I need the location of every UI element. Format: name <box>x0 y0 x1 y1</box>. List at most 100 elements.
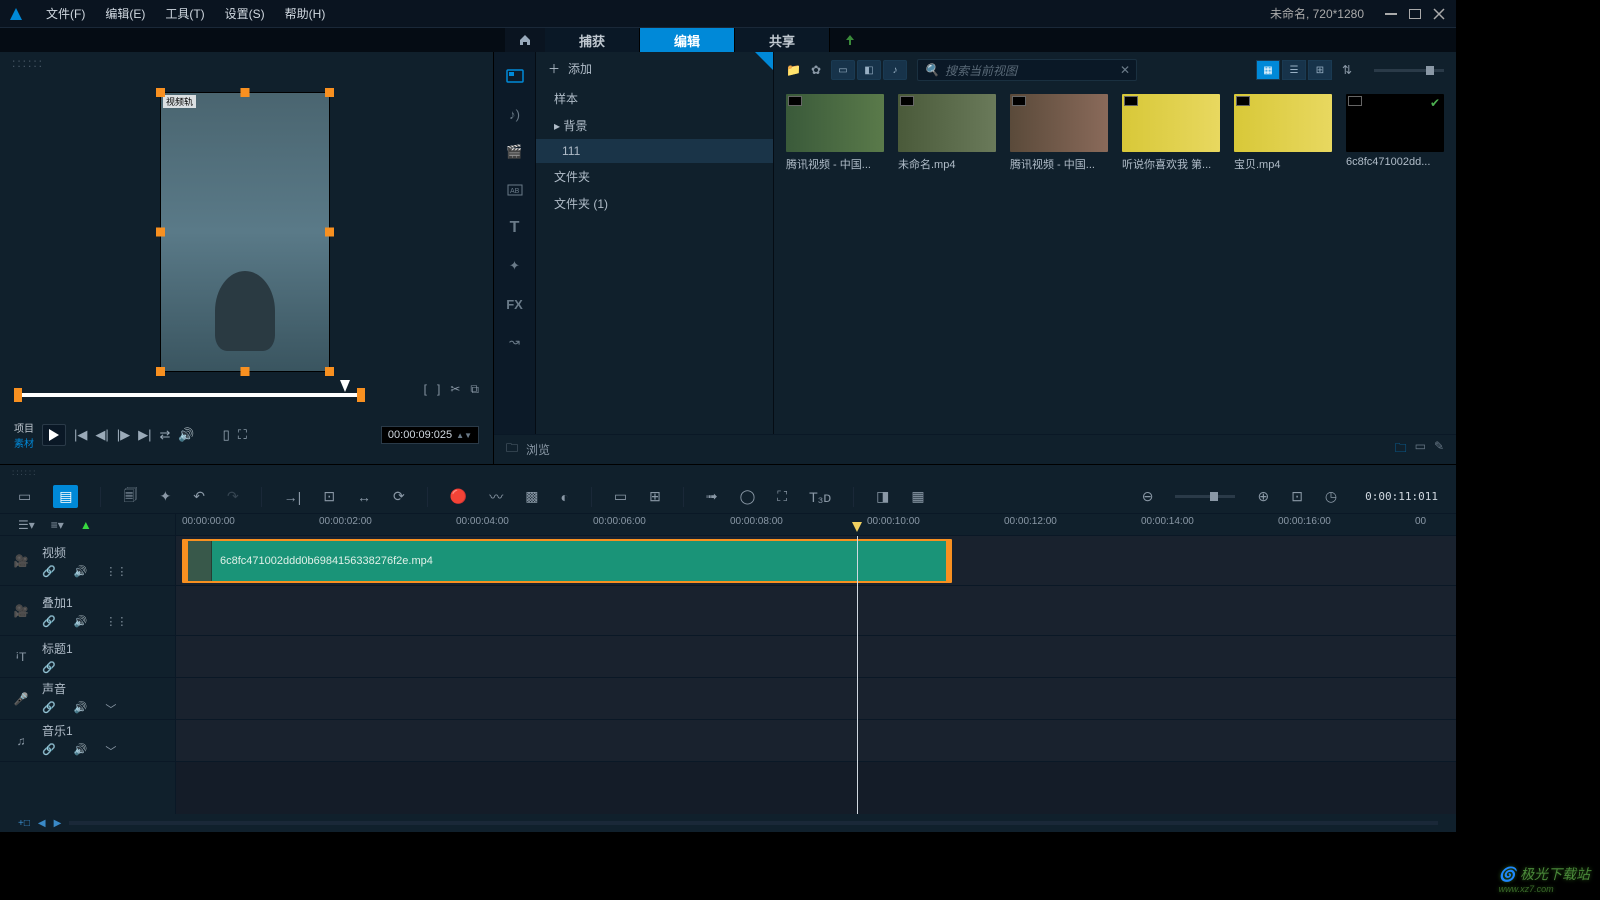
graphic-tab-icon[interactable]: ✦ <box>503 256 527 276</box>
resize-handle[interactable] <box>156 228 165 237</box>
pan-zoom-icon[interactable]: ▦ <box>911 488 924 505</box>
track-lane-video[interactable]: 6c8fc471002ddd0b6984156338276f2e.mp4 <box>176 536 1456 586</box>
project-mode-label[interactable]: 项目 <box>14 420 34 435</box>
minimize-button[interactable] <box>1382 7 1400 21</box>
tree-item-111[interactable]: 111 <box>536 139 773 163</box>
reverse-icon[interactable]: ◯ <box>740 488 756 505</box>
source-mode-label[interactable]: 素材 <box>14 435 34 450</box>
tools-icon[interactable]: ✦ <box>159 488 171 505</box>
resize-handle[interactable] <box>241 367 250 376</box>
loop-button[interactable]: ⇄ <box>160 427 171 443</box>
track-header[interactable]: ♫ 音乐1 🔗🔊﹀ <box>0 720 175 762</box>
footer-folder-icon[interactable]: 🗀 <box>1395 439 1407 460</box>
track-vol-icon[interactable]: 🔊 <box>74 701 88 717</box>
home-button[interactable] <box>505 28 545 52</box>
cut-icon[interactable]: ✂ <box>450 382 460 397</box>
crop-tool-icon[interactable]: ⛶ <box>777 488 787 505</box>
track-link-icon[interactable]: 🔗 <box>42 661 56 674</box>
menu-help[interactable]: 帮助(H) <box>275 5 336 22</box>
track-more-icon[interactable]: ﹀ <box>105 743 116 759</box>
track-header[interactable]: 🎥 叠加1 🔗🔊⋮⋮ <box>0 586 175 636</box>
view-thumb-button[interactable]: ▦ <box>1256 60 1280 80</box>
preview-canvas[interactable]: 视频轨 <box>160 92 330 372</box>
transition-tab-icon[interactable]: AB <box>503 180 527 200</box>
capture-icon[interactable]: ✿ <box>811 63 821 77</box>
track-menu-icon[interactable]: ☰▾ <box>18 518 35 532</box>
trim-in-icon[interactable]: →| <box>284 489 302 505</box>
chapter-icon[interactable]: ▭ <box>614 488 627 505</box>
track-vol-icon[interactable]: 🔊 <box>74 615 88 628</box>
track-more-icon[interactable]: ﹀ <box>105 701 116 717</box>
track-fx-icon[interactable]: ⋮⋮ <box>105 565 127 578</box>
tree-item-folder1[interactable]: 文件夹 (1) <box>536 190 773 217</box>
search-input[interactable]: 🔍 搜索当前视图 ✕ <box>917 59 1137 81</box>
expand-icon[interactable]: ⛶ <box>238 427 247 443</box>
view-grid-button[interactable]: ⊞ <box>1308 60 1332 80</box>
ruler-playhead[interactable] <box>852 522 862 532</box>
resize-handle[interactable] <box>156 367 165 376</box>
view-list-button[interactable]: ☰ <box>1282 60 1306 80</box>
video-clip[interactable]: 6c8fc471002ddd0b6984156338276f2e.mp4 <box>182 539 952 583</box>
tree-item-folder[interactable]: 文件夹 <box>536 163 773 190</box>
clip-handle-right[interactable] <box>946 541 952 581</box>
import-icon[interactable]: 📁 <box>786 63 801 77</box>
playhead-line[interactable] <box>857 536 858 814</box>
storyboard-view-icon[interactable]: ▭ <box>18 488 31 505</box>
crop-icon[interactable]: ⧉ <box>470 382 479 397</box>
add-media-button[interactable]: ＋ 添加 <box>536 52 773 85</box>
effect-icon[interactable]: ▩ <box>525 488 538 505</box>
track-header[interactable]: 🎥 视频 🔗🔊⋮⋮ <box>0 536 175 586</box>
media-item[interactable]: 听说你喜欢我 第... <box>1122 94 1220 172</box>
mark-in-icon[interactable]: [ <box>424 382 427 397</box>
undo-icon[interactable]: ↶ <box>193 488 205 505</box>
media-item[interactable]: 未命名.mp4 <box>898 94 996 172</box>
prev-frame-button[interactable]: ◀| <box>95 427 108 443</box>
track-header[interactable]: 🎤 声音 🔗🔊﹀ <box>0 678 175 720</box>
3d-title-icon[interactable]: T₃ᴅ <box>809 489 831 505</box>
copy-icon[interactable]: 🗐 <box>123 485 137 509</box>
tree-item-samples[interactable]: 样本 <box>536 85 773 112</box>
go-start-button[interactable]: |◀ <box>74 427 87 443</box>
preview-timecode[interactable]: 00:00:09:025▲▼ <box>381 426 479 444</box>
speed-icon[interactable]: ➟ <box>706 488 718 505</box>
grid-icon[interactable]: ⊞ <box>649 488 661 505</box>
timeline-tracks[interactable]: 00:00:00:0000:00:02:0000:00:04:0000:00:0… <box>176 514 1456 814</box>
sort-icon[interactable]: ⇅ <box>1342 63 1352 77</box>
resize-handle[interactable] <box>241 88 250 97</box>
zoom-slider[interactable] <box>1175 495 1235 498</box>
fx-tab-icon[interactable]: FX <box>503 294 527 314</box>
track-lane-title[interactable] <box>176 636 1456 678</box>
media-item[interactable]: 腾讯视频 - 中国... <box>786 94 884 172</box>
clear-search-icon[interactable]: ✕ <box>1120 63 1130 77</box>
tab-edit[interactable]: 编辑 <box>640 28 735 52</box>
track-lane-voice[interactable] <box>176 678 1456 720</box>
resize-handle[interactable] <box>325 367 334 376</box>
track-fx-icon[interactable]: ⋮⋮ <box>105 615 127 628</box>
audio-tab-icon[interactable]: ♪) <box>503 104 527 124</box>
footer-view-icon[interactable]: ▭ <box>1415 439 1426 460</box>
scroll-add-icon[interactable]: +□ <box>18 818 30 829</box>
redo-icon[interactable]: ↷ <box>227 488 239 505</box>
snapshot-icon[interactable]: ⊡ <box>323 488 335 505</box>
menu-file[interactable]: 文件(F) <box>36 5 95 22</box>
color-icon[interactable]: 🔴 <box>450 488 467 505</box>
add-track-icon[interactable]: ▲ <box>80 518 92 532</box>
media-item[interactable]: 宝贝.mp4 <box>1234 94 1332 172</box>
fit-icon[interactable]: ⊡ <box>1291 488 1303 505</box>
device-icon[interactable]: ▯ <box>223 427 230 443</box>
track-lane-music[interactable] <box>176 720 1456 762</box>
volume-button[interactable]: 🔊 <box>178 427 194 443</box>
filter-image-icon[interactable]: ◧ <box>857 60 881 80</box>
close-button[interactable] <box>1430 7 1448 21</box>
track-options-icon[interactable]: ≡▾ <box>51 518 64 532</box>
resize-handle[interactable] <box>325 88 334 97</box>
split-icon[interactable]: ↔ <box>357 489 371 505</box>
rotate-icon[interactable]: ⟳ <box>393 488 405 505</box>
mark-out-icon[interactable]: ] <box>437 382 440 397</box>
track-vol-icon[interactable]: 🔊 <box>74 743 88 759</box>
track-lane-overlay[interactable] <box>176 586 1456 636</box>
tab-share[interactable]: 共享 <box>735 28 830 52</box>
clock-icon[interactable]: ◷ <box>1325 488 1337 505</box>
title-tab-icon[interactable]: T <box>503 218 527 238</box>
zoom-in-icon[interactable]: ⊕ <box>1257 488 1269 505</box>
